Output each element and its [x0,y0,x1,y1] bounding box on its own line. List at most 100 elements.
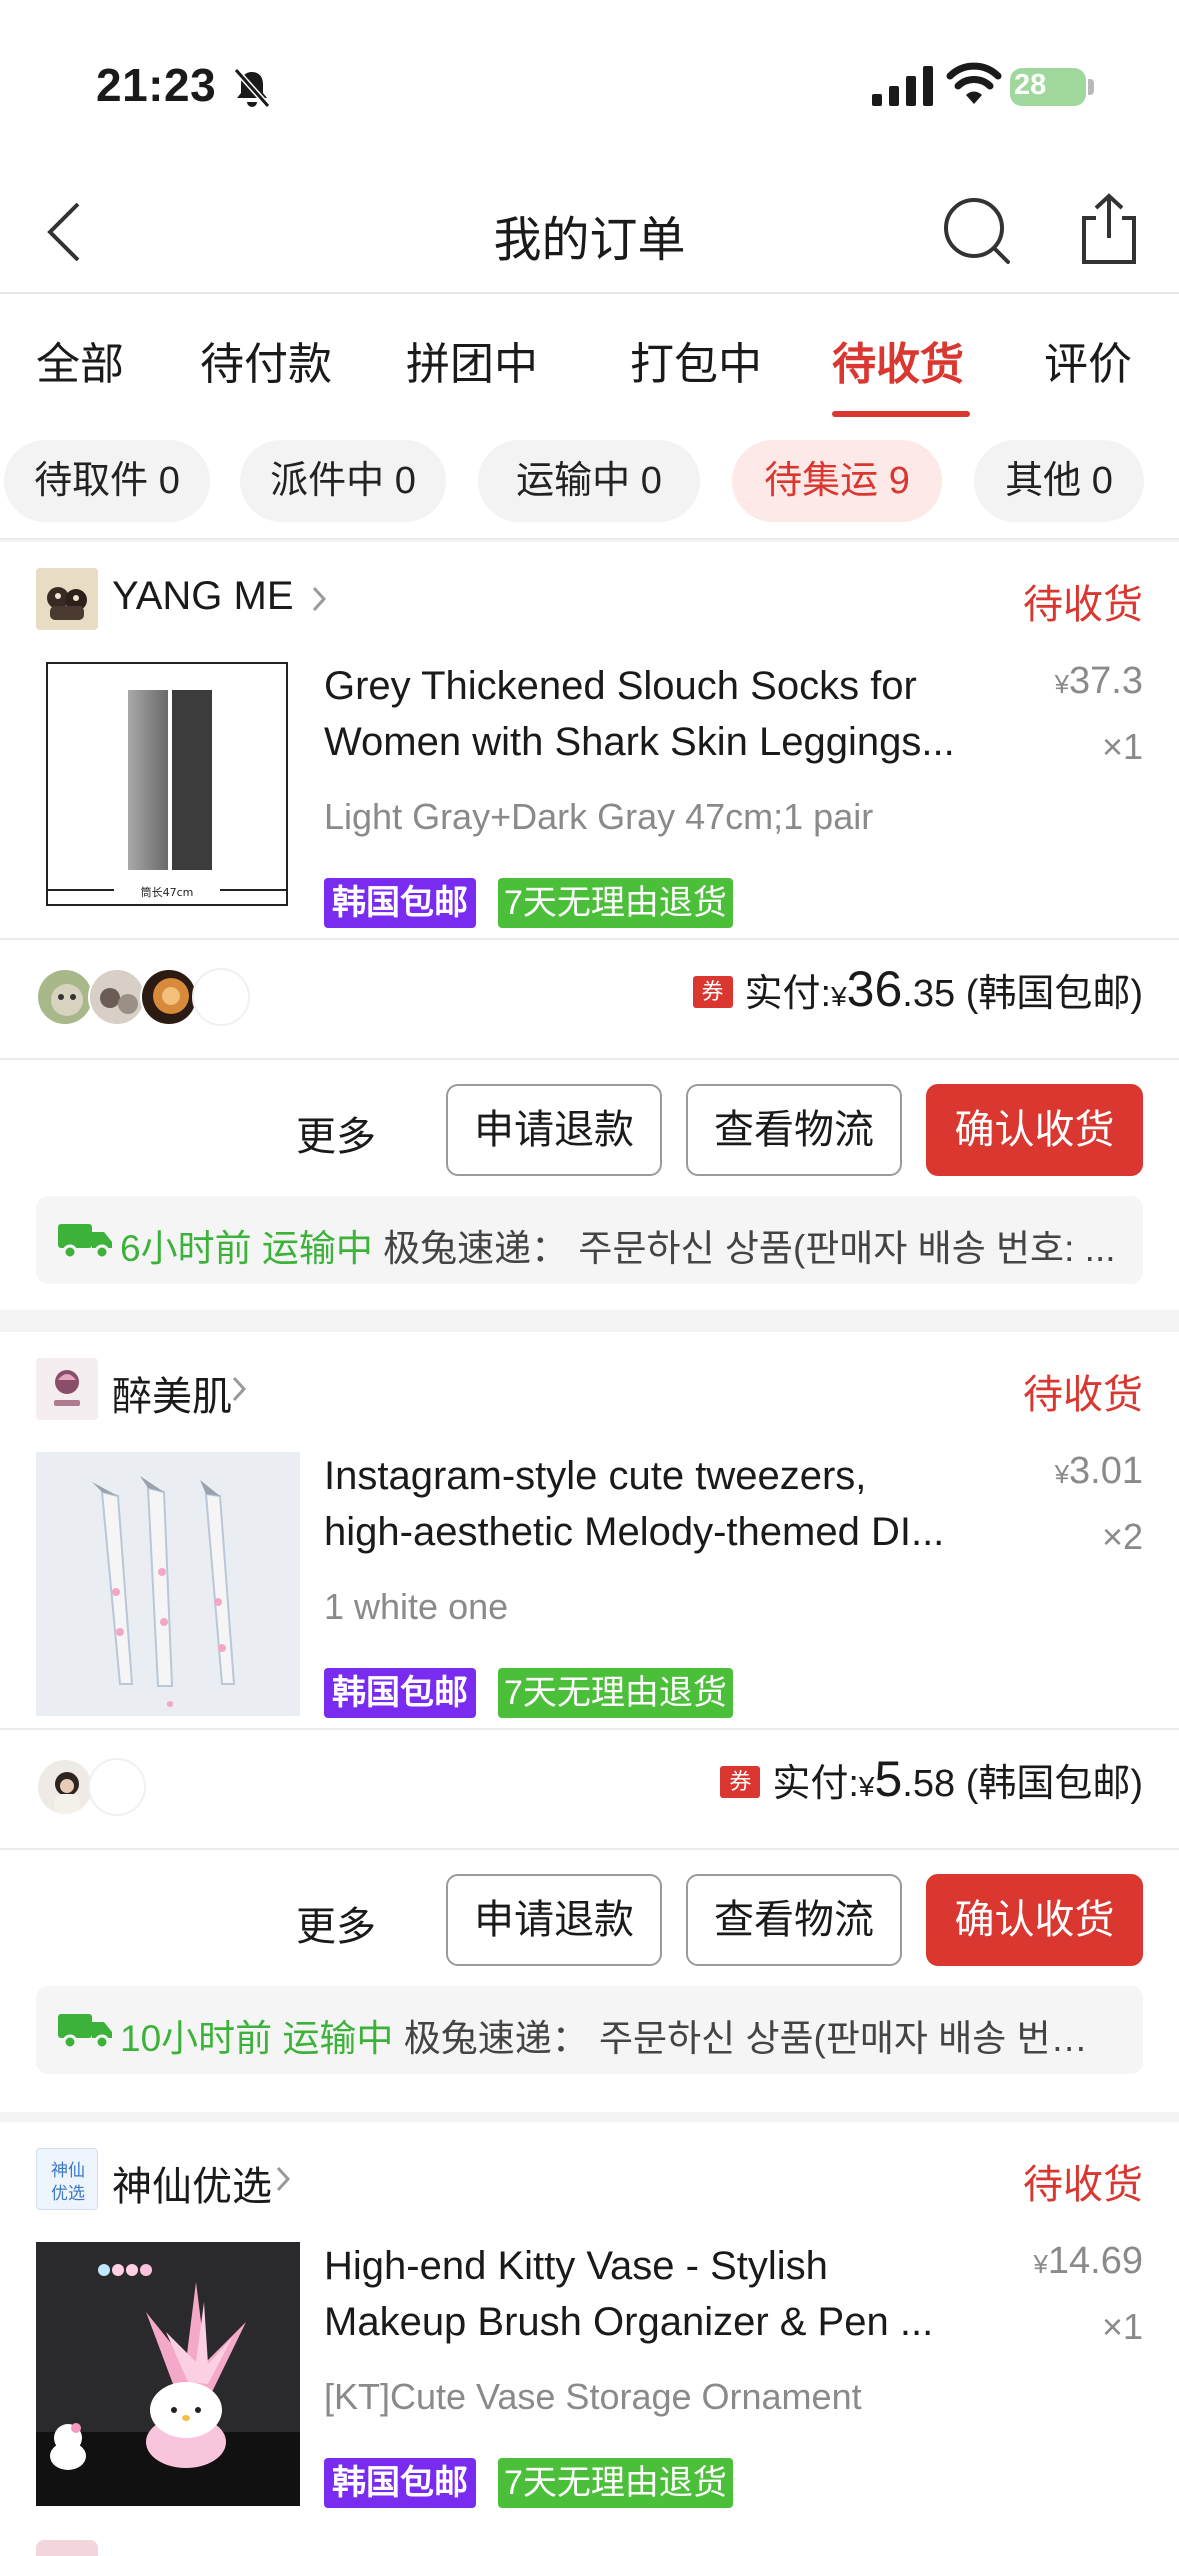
chevron-right-icon [232,1376,247,1402]
bell-muted-icon [233,68,271,108]
price-value: 14.69 [1047,2240,1143,2282]
paid-decimal: .58 [902,1763,956,1805]
return-policy-badge: 7天无理由退货 [498,2458,733,2508]
paid-integer: 36 [846,961,903,1017]
status-time: 21:23 [96,59,217,111]
product-title[interactable]: Instagram-style cute tweezers, high-aest… [324,1448,1014,1560]
nav-bar: 我的订单 [0,170,1179,294]
chevron-right-icon [312,586,327,612]
tab-review[interactable]: 评价 [1044,328,1132,392]
shop-logo-text-top: 神仙 [51,2161,85,2181]
tab-group-buy[interactable]: 拼团中 [406,328,538,392]
confirm-receipt-button[interactable]: 确认收货 [926,1084,1143,1176]
chevron-right-icon [276,2166,291,2192]
shop-name[interactable]: 神仙优选 [112,2154,272,2212]
truck-icon [58,2014,112,2050]
tab-all[interactable]: 全部 [36,328,124,392]
chip-in-transit[interactable]: 运输中 0 [478,440,700,522]
tab-packing[interactable]: 打包中 [630,328,762,392]
paid-label: 实付: [772,1763,859,1805]
free-shipping-badge: 韩国包邮 [324,1668,476,1718]
order-status: 待收货 [1023,583,1143,627]
divider [0,1728,1179,1730]
quantity: ×1 [1101,2306,1143,2347]
tab-to-receive[interactable]: 待收货 [832,328,964,392]
unit-price: ¥14.69 [1033,2240,1143,2283]
amount-paid: 券实付:¥5.58 (韩国包邮) [720,1750,1143,1808]
battery-level: 28 [1014,69,1047,101]
product-title[interactable]: High-end Kitty Vase - Stylish Makeup Bru… [324,2238,1014,2350]
request-refund-button[interactable]: 申请退款 [446,1874,662,1966]
free-shipping-badge: 韩国包邮 [324,2458,476,2508]
more-button[interactable]: 更多 [296,1104,376,1162]
currency-symbol: ¥ [858,1771,875,1802]
coupon-badge: 券 [720,1765,761,1798]
confirm-receipt-button[interactable]: 确认收货 [926,1874,1143,1966]
product-title-line: High-end Kitty Vase - Stylish [324,2244,828,2288]
avatar-placeholder [88,1758,146,1816]
more-button[interactable]: 更多 [296,1894,376,1952]
divider [0,1058,1179,1060]
shop-avatar [36,1358,98,1420]
return-policy-badge: 7天无理由退货 [498,878,733,928]
paid-decimal: .35 [902,973,956,1015]
view-logistics-button[interactable]: 查看物流 [686,1874,902,1966]
logistics-summary[interactable]: 6小时前 运输中 极兔速递： 주문하신 상품(판매자 배송 번호: ... [36,1196,1143,1284]
cellular-signal-icon [872,66,933,106]
logistics-detail: 极兔速递： 주문하신 상품(판매자 배송 번호:... [403,2018,1120,2059]
avatar [88,968,146,1026]
chip-awaiting-consolidation[interactable]: 待集运 9 [732,440,942,522]
product-title[interactable]: Grey Thickened Slouch Socks for Women wi… [324,658,1014,770]
chip-delivering[interactable]: 派件中 0 [240,440,446,522]
divider [0,938,1179,940]
product-thumbnail[interactable] [36,2242,300,2506]
paid-note: (韩国包邮) [965,973,1143,1015]
order-card: YANG ME 待收货 筒长47cm Grey Thickened Slouch… [0,542,1179,1310]
currency-symbol: ¥ [1054,669,1070,699]
product-title-line: Grey Thickened Slouch Socks for [324,664,917,708]
order-card: 醉美肌 待收货 Instagram-style cute tweezers, h… [0,1332,1179,2112]
truck-icon [58,1224,112,1260]
order-status: 待收货 [1023,1373,1143,1417]
product-variant: 1 white one [324,1586,509,1627]
avatar [140,968,198,1026]
avatar [36,1758,94,1816]
status-bar: 21:23 28 [0,0,1179,170]
share-icon[interactable] [1076,190,1142,270]
divider [0,1848,1179,1850]
search-icon[interactable] [940,190,1014,270]
shop-avatar: 神仙 优选 [36,2148,98,2210]
return-policy-badge: 7天无理由退货 [498,1668,733,1718]
orders-screen: 21:23 28 我的订单 全部 待付款 拼团中 打包中 待收货 评价 待取件 … [0,0,1179,2556]
logistics-status: 运输中 [282,2018,394,2059]
price-value: 37.3 [1069,660,1143,702]
product-thumbnail[interactable]: 筒长47cm [46,662,288,906]
quantity: ×2 [1101,1516,1143,1557]
order-status: 待收货 [1023,2163,1143,2207]
request-refund-button[interactable]: 申请退款 [446,1084,662,1176]
product-title-line: Instagram-style cute tweezers, [324,1454,867,1498]
product-thumbnail[interactable] [36,1452,300,1716]
logistics-summary[interactable]: 10小时前 运输中 极兔速递： 주문하신 상품(판매자 배송 번호:... [36,1986,1143,2074]
currency-symbol: ¥ [831,981,847,1012]
order-card: 神仙 优选 神仙优选 待收货 High-end Kitty Vase - Sty… [0,2122,1179,2556]
currency-symbol: ¥ [1054,1459,1070,1489]
tab-pending-payment[interactable]: 待付款 [200,328,332,392]
shop-name[interactable]: YANG ME [112,574,294,619]
product-variant: Light Gray+Dark Gray 47cm;1 pair [324,796,874,837]
logistics-time: 10小时前 [120,2018,273,2059]
coupon-badge: 券 [692,975,733,1008]
shop-name[interactable]: 醉美肌 [112,1364,232,1422]
logistics-text: 10小时前 运输中 极兔速递： 주문하신 상품(판매자 배송 번호:... [120,2008,1120,2062]
next-card-avatar-peek [36,2540,98,2556]
chip-other[interactable]: 其他 0 [974,440,1144,522]
amount-paid: 券实付:¥36.35 (韩国包邮) [692,960,1143,1018]
wifi-icon [946,62,1002,104]
active-tab-indicator [832,411,970,417]
view-logistics-button[interactable]: 查看物流 [686,1084,902,1176]
paid-integer: 5 [874,1751,903,1807]
logistics-text: 6小时前 运输中 极兔速递： 주문하신 상품(판매자 배송 번호: ... [120,1218,1120,1272]
quantity: ×1 [1101,726,1143,767]
chip-awaiting-pickup[interactable]: 待取件 0 [4,440,210,522]
currency-symbol: ¥ [1033,2249,1048,2279]
